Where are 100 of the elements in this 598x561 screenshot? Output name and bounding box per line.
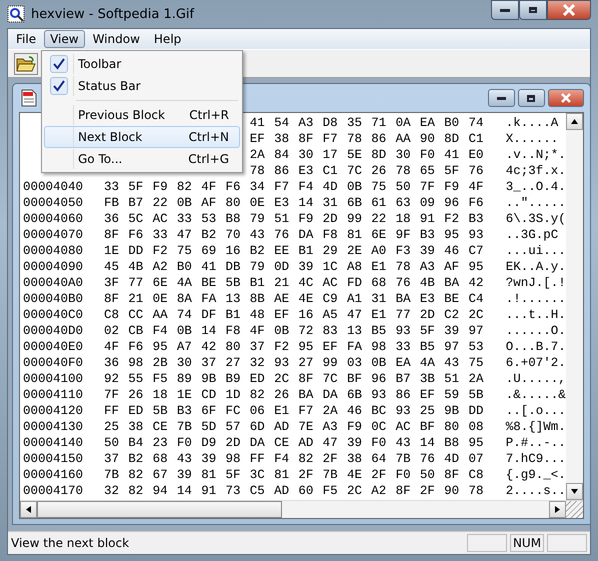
hex-byte: B1 xyxy=(225,308,242,322)
hex-byte: CE xyxy=(152,420,169,434)
status-panel xyxy=(547,534,587,552)
hex-byte: 39 xyxy=(298,260,314,274)
hex-byte: 2A xyxy=(250,148,266,162)
hex-byte: 17 xyxy=(322,148,339,162)
hex-byte: B3 xyxy=(420,228,436,242)
menu-item[interactable]: Status Bar xyxy=(44,75,240,97)
hex-byte: 90 xyxy=(444,484,460,498)
close-button[interactable] xyxy=(547,0,591,20)
ascii-text: 6\.3S.y( xyxy=(506,212,566,226)
hex-byte: E1 xyxy=(371,260,388,274)
left-arrow-icon xyxy=(26,506,31,513)
menu-item[interactable]: Window xyxy=(86,30,146,48)
ascii-text: 4c;3f.x. xyxy=(506,164,566,178)
hex-byte: A8 xyxy=(346,260,363,274)
hex-byte: F6 xyxy=(128,340,144,354)
status-indicator: NUM xyxy=(510,534,544,552)
menu-item[interactable]: Help xyxy=(148,30,188,48)
hex-byte: 46 xyxy=(444,244,460,258)
hex-byte: 8F xyxy=(104,292,120,306)
vertical-scrollbar[interactable] xyxy=(566,113,583,500)
scroll-down-button[interactable] xyxy=(566,483,583,500)
hex-byte: 67 xyxy=(152,468,169,482)
hex-byte: 95 xyxy=(152,340,169,354)
hex-byte: 4A xyxy=(176,276,193,290)
hex-byte: 68 xyxy=(371,276,388,290)
menu-item[interactable]: File xyxy=(10,30,42,48)
hex-byte: 0B xyxy=(274,324,290,338)
hex-byte: 6D xyxy=(250,420,266,434)
scroll-thumb[interactable] xyxy=(37,501,282,518)
hex-byte: E3 xyxy=(420,292,436,306)
close-button[interactable] xyxy=(548,89,584,107)
hex-byte: 2C xyxy=(468,308,484,322)
hex-byte: 1E xyxy=(176,388,193,402)
hex-byte: 76 xyxy=(468,164,484,178)
hex-byte: A5 xyxy=(322,308,339,322)
hex-byte: BA xyxy=(396,292,412,306)
hex-byte: B3 xyxy=(468,212,484,226)
maximize-button[interactable] xyxy=(518,89,545,107)
hex-byte: 82 xyxy=(298,452,314,466)
menu-item[interactable]: Toolbar xyxy=(44,53,240,75)
scroll-left-button[interactable] xyxy=(20,501,37,518)
hex-byte: 76 xyxy=(420,452,436,466)
document-icon xyxy=(21,89,37,107)
hex-byte: 4D xyxy=(444,452,460,466)
hex-byte: DA xyxy=(322,388,339,402)
hex-byte: 82 xyxy=(176,180,193,194)
horizontal-scrollbar[interactable] xyxy=(20,500,583,518)
hex-byte: 38 xyxy=(274,132,290,146)
hex-byte: 74 xyxy=(468,116,484,130)
hex-byte: E1 xyxy=(371,308,388,322)
hex-byte: 73 xyxy=(225,484,242,498)
hex-byte: 2F xyxy=(371,468,388,482)
hex-byte: 96 xyxy=(371,372,388,386)
hex-byte: 74 xyxy=(176,308,193,322)
hex-byte: FA xyxy=(346,340,363,354)
hex-byte: DD xyxy=(128,244,144,258)
minimize-button[interactable] xyxy=(491,0,519,20)
hex-byte: 72 xyxy=(298,324,314,338)
hex-byte: 5B xyxy=(468,388,484,402)
maximize-button[interactable] xyxy=(519,0,547,20)
ascii-text: ?wnJ.[.! xyxy=(506,276,566,290)
open-folder-button[interactable] xyxy=(14,52,38,74)
hex-byte: 80 xyxy=(225,196,242,210)
scroll-right-button[interactable] xyxy=(548,501,566,518)
hex-byte: 43 xyxy=(444,356,460,370)
hex-byte: 33 xyxy=(152,228,169,242)
hex-byte: F8 xyxy=(225,324,242,338)
hex-byte: 95 xyxy=(468,260,484,274)
hex-byte: 91 xyxy=(420,212,436,226)
ascii-text: X...... xyxy=(506,132,558,146)
menu-item[interactable]: Go To... Ctrl+G xyxy=(44,148,240,170)
hex-byte: F7 xyxy=(322,132,339,146)
scroll-up-button[interactable] xyxy=(566,113,583,130)
menu-item[interactable]: Next Block Ctrl+N xyxy=(44,126,240,148)
hex-byte: C7 xyxy=(468,244,484,258)
hex-byte: A2 xyxy=(371,484,388,498)
hex-byte: AF xyxy=(201,196,218,210)
hex-byte: 7B xyxy=(104,468,120,482)
offset-cell-text: 000040A0 xyxy=(23,276,84,290)
hex-byte: 7B xyxy=(322,468,339,482)
hex-byte: 4A xyxy=(420,356,436,370)
hex-byte: B1 xyxy=(250,276,266,290)
hex-byte: 33 xyxy=(104,180,120,194)
hex-byte: 30 xyxy=(298,148,314,162)
hex-byte: 97 xyxy=(444,340,460,354)
hex-byte: 0D xyxy=(274,260,290,274)
hex-byte: F6 xyxy=(128,228,144,242)
hex-byte: 8F xyxy=(298,372,314,386)
hex-byte: 90 xyxy=(420,132,436,146)
hex-byte: 84 xyxy=(274,148,290,162)
hex-byte: 25 xyxy=(420,404,436,418)
menu-item[interactable]: Previous Block Ctrl+R xyxy=(44,104,240,126)
minimize-button[interactable] xyxy=(488,89,515,107)
hex-byte: 91 xyxy=(201,484,218,498)
hex-byte: 33 xyxy=(176,212,193,226)
hex-byte: 9B xyxy=(444,404,460,418)
hex-byte: 5D xyxy=(201,420,218,434)
menu-item[interactable]: View xyxy=(44,30,85,48)
